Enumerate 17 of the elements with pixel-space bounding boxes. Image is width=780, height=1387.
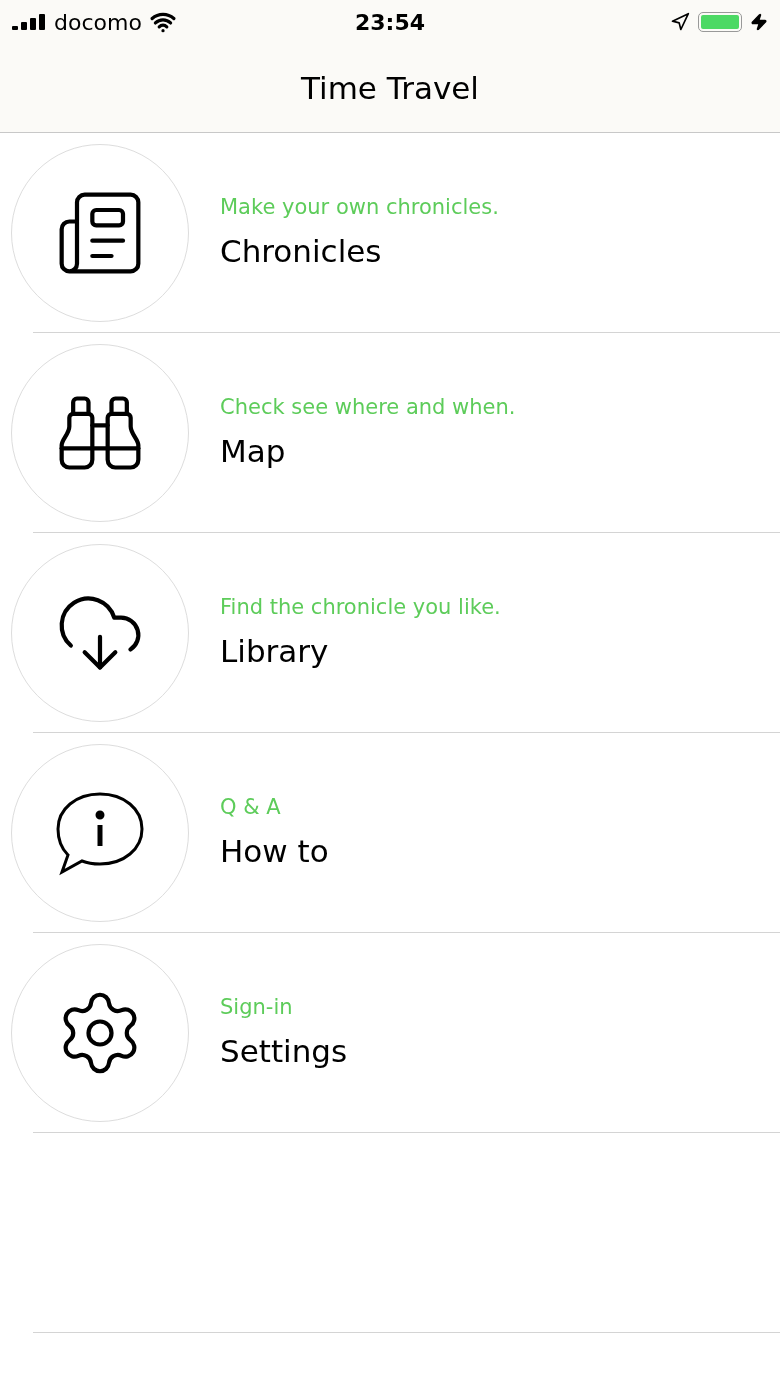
item-title[interactable]: Chronicles: [220, 232, 499, 269]
item-subtitle: Find the chronicle you like.: [220, 594, 501, 619]
carrier-name: docomo: [54, 9, 142, 35]
item-subtitle: Q & A: [220, 794, 282, 819]
item-title[interactable]: How to: [220, 832, 329, 869]
clock-time: 23:54: [355, 9, 425, 35]
item-title[interactable]: Library: [220, 632, 501, 669]
nav-title: Time Travel: [301, 70, 479, 106]
item-subtitle: Check see where and when.: [220, 394, 516, 419]
signal-icon: [12, 14, 46, 30]
item-subtitle: Make your own chronicles.: [220, 194, 499, 219]
item-subtitle: Sign-in: [220, 994, 294, 1019]
charging-icon: [750, 13, 768, 31]
location-icon: [670, 12, 690, 32]
item-title[interactable]: Map: [220, 432, 516, 469]
item-title[interactable]: Settings: [220, 1032, 348, 1069]
battery-icon: [698, 12, 742, 32]
